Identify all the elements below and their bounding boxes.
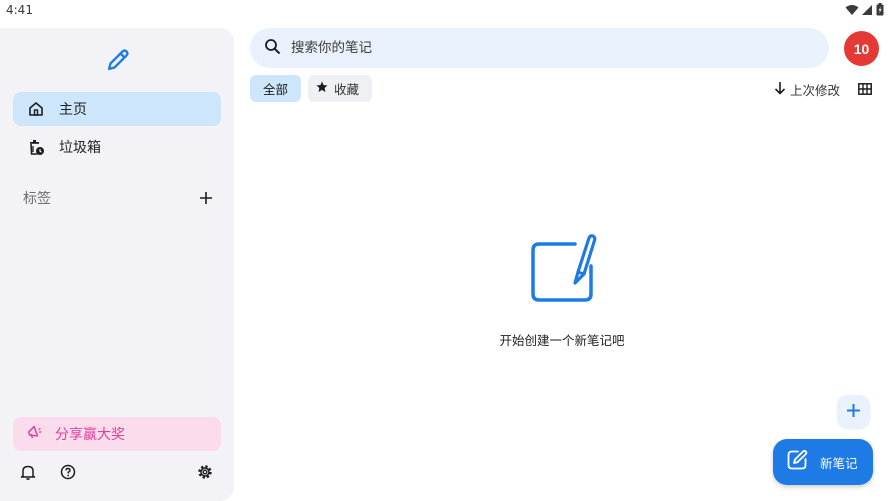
sort-label: 上次修改 [790,83,841,98]
notification-count-badge[interactable]: 10 [844,31,879,66]
search-bar[interactable] [250,28,829,68]
pen-logo-icon[interactable] [103,45,133,75]
edit-note-icon [786,449,808,475]
filter-chip-favorites[interactable]: 收藏 [308,75,372,102]
filter-chip-all[interactable]: 全部 [250,75,301,102]
sidebar-item-home[interactable]: 主页 [13,92,221,126]
gear-icon[interactable] [196,463,214,481]
status-icons [845,3,884,16]
grid-view-icon[interactable] [858,81,872,95]
megaphone-icon [27,424,43,444]
share-promo-button[interactable]: 分享赢大奖 [13,417,221,451]
arrow-down-icon [774,80,786,99]
add-button[interactable] [837,395,870,428]
star-icon [316,81,328,96]
signal-icon [862,4,872,15]
status-bar: 4:41 [0,0,890,22]
search-icon [264,38,281,59]
empty-state-text: 开始创建一个新笔记吧 [499,333,625,348]
tags-label: 标签 [23,191,51,207]
sidebar: 主页 垃圾箱 标签 分享赢大奖 [0,28,234,501]
sidebar-item-trash[interactable]: 垃圾箱 [13,130,221,164]
plus-icon [847,402,860,421]
new-note-label: 新笔记 [820,455,858,471]
status-time: 4:41 [6,3,33,17]
trash-icon [27,138,45,156]
new-note-button[interactable]: 新笔记 [773,439,873,485]
sidebar-footer [19,463,215,483]
search-input[interactable] [291,40,771,56]
battery-icon [876,3,884,16]
sidebar-item-label: 主页 [59,102,87,118]
favorites-label: 收藏 [334,82,360,97]
promo-label: 分享赢大奖 [55,427,125,443]
add-tag-plus-icon[interactable] [197,189,215,207]
wifi-icon [845,4,859,15]
tags-section-header: 标签 [23,188,215,208]
empty-state: 开始创建一个新笔记吧 [462,230,662,349]
sort-button[interactable]: 上次修改 [774,80,840,99]
bell-icon[interactable] [19,463,37,481]
help-icon[interactable] [59,463,77,481]
note-pencil-icon [531,234,597,302]
sidebar-item-label: 垃圾箱 [59,140,101,156]
home-icon [27,100,45,118]
